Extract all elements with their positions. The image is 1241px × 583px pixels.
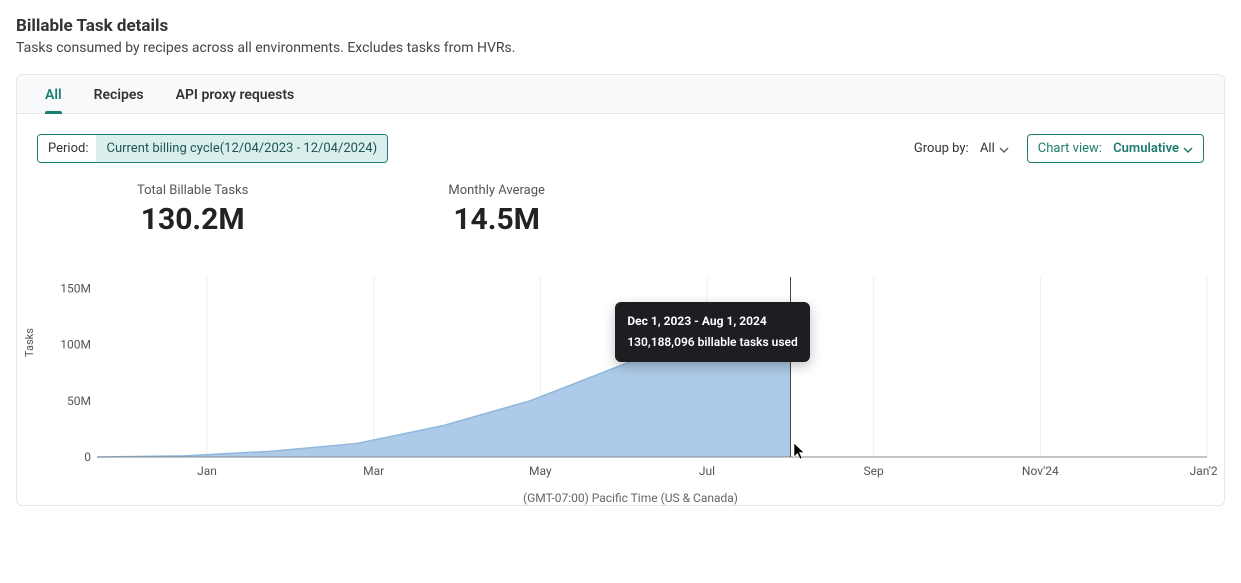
svg-text:Mar: Mar <box>363 464 384 478</box>
tabs-bar: All Recipes API proxy requests <box>17 75 1224 114</box>
chart-container: Tasks Jan Mar May Jul Sep Nov'24 Jan'25 0 50M 100… <box>17 257 1224 505</box>
svg-text:Jul: Jul <box>699 464 715 478</box>
svg-text:50M: 50M <box>67 394 91 408</box>
chartview-selector[interactable]: Chart view: Cumulative <box>1027 134 1204 163</box>
chartview-label: Chart view: <box>1038 141 1102 156</box>
chart-timezone-label: (GMT-07:00) Pacific Time (US & Canada) <box>57 491 1204 505</box>
chartview-value: Cumulative <box>1113 141 1179 156</box>
svg-text:Jan: Jan <box>197 464 217 478</box>
chart-y-axis-label: Tasks <box>23 328 36 357</box>
metric-average: Monthly Average 14.5M <box>448 183 545 237</box>
details-card: All Recipes API proxy requests Period: C… <box>16 74 1225 506</box>
groupby-selector[interactable]: Group by: All <box>914 141 1009 156</box>
tab-api-proxy[interactable]: API proxy requests <box>176 75 295 113</box>
svg-text:100M: 100M <box>60 338 91 352</box>
tab-all[interactable]: All <box>45 75 62 113</box>
metric-total: Total Billable Tasks 130.2M <box>137 183 248 237</box>
svg-text:May: May <box>529 464 552 478</box>
period-selector[interactable]: Period: Current billing cycle(12/04/2023… <box>37 134 388 163</box>
groupby-label: Group by: <box>914 141 969 156</box>
svg-text:Jan'25: Jan'25 <box>1190 464 1217 478</box>
metric-total-label: Total Billable Tasks <box>137 183 248 198</box>
chevron-down-icon <box>999 144 1009 154</box>
chevron-down-icon <box>1183 144 1193 154</box>
chart-hover-line <box>790 277 791 457</box>
period-value: Current billing cycle(12/04/2023 - 12/04… <box>96 135 387 162</box>
svg-text:150M: 150M <box>60 281 91 295</box>
metric-average-value: 14.5M <box>448 202 545 237</box>
metric-average-label: Monthly Average <box>448 183 545 198</box>
svg-text:0: 0 <box>84 450 91 464</box>
period-label: Period: <box>38 135 96 162</box>
cumulative-area-chart[interactable]: Jan Mar May Jul Sep Nov'24 Jan'25 0 50M 100M 150M <box>57 257 1217 487</box>
tab-recipes[interactable]: Recipes <box>94 75 144 113</box>
svg-text:Nov'24: Nov'24 <box>1022 464 1059 478</box>
page-title: Billable Task details <box>16 16 1225 36</box>
metric-total-value: 130.2M <box>137 202 248 237</box>
groupby-value: All <box>980 141 995 156</box>
page-subtitle: Tasks consumed by recipes across all env… <box>16 40 1225 56</box>
svg-text:Sep: Sep <box>864 464 884 478</box>
